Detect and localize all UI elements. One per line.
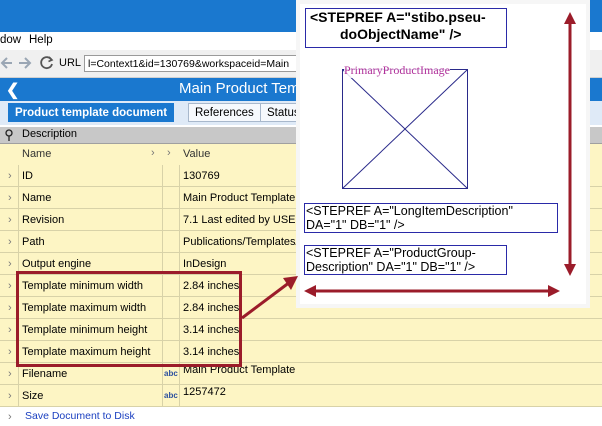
annotation-arrows bbox=[241, 12, 576, 320]
width-arrow-icon bbox=[304, 285, 560, 297]
height-arrow-icon bbox=[564, 12, 576, 276]
pointer-arrow-icon bbox=[241, 276, 298, 320]
